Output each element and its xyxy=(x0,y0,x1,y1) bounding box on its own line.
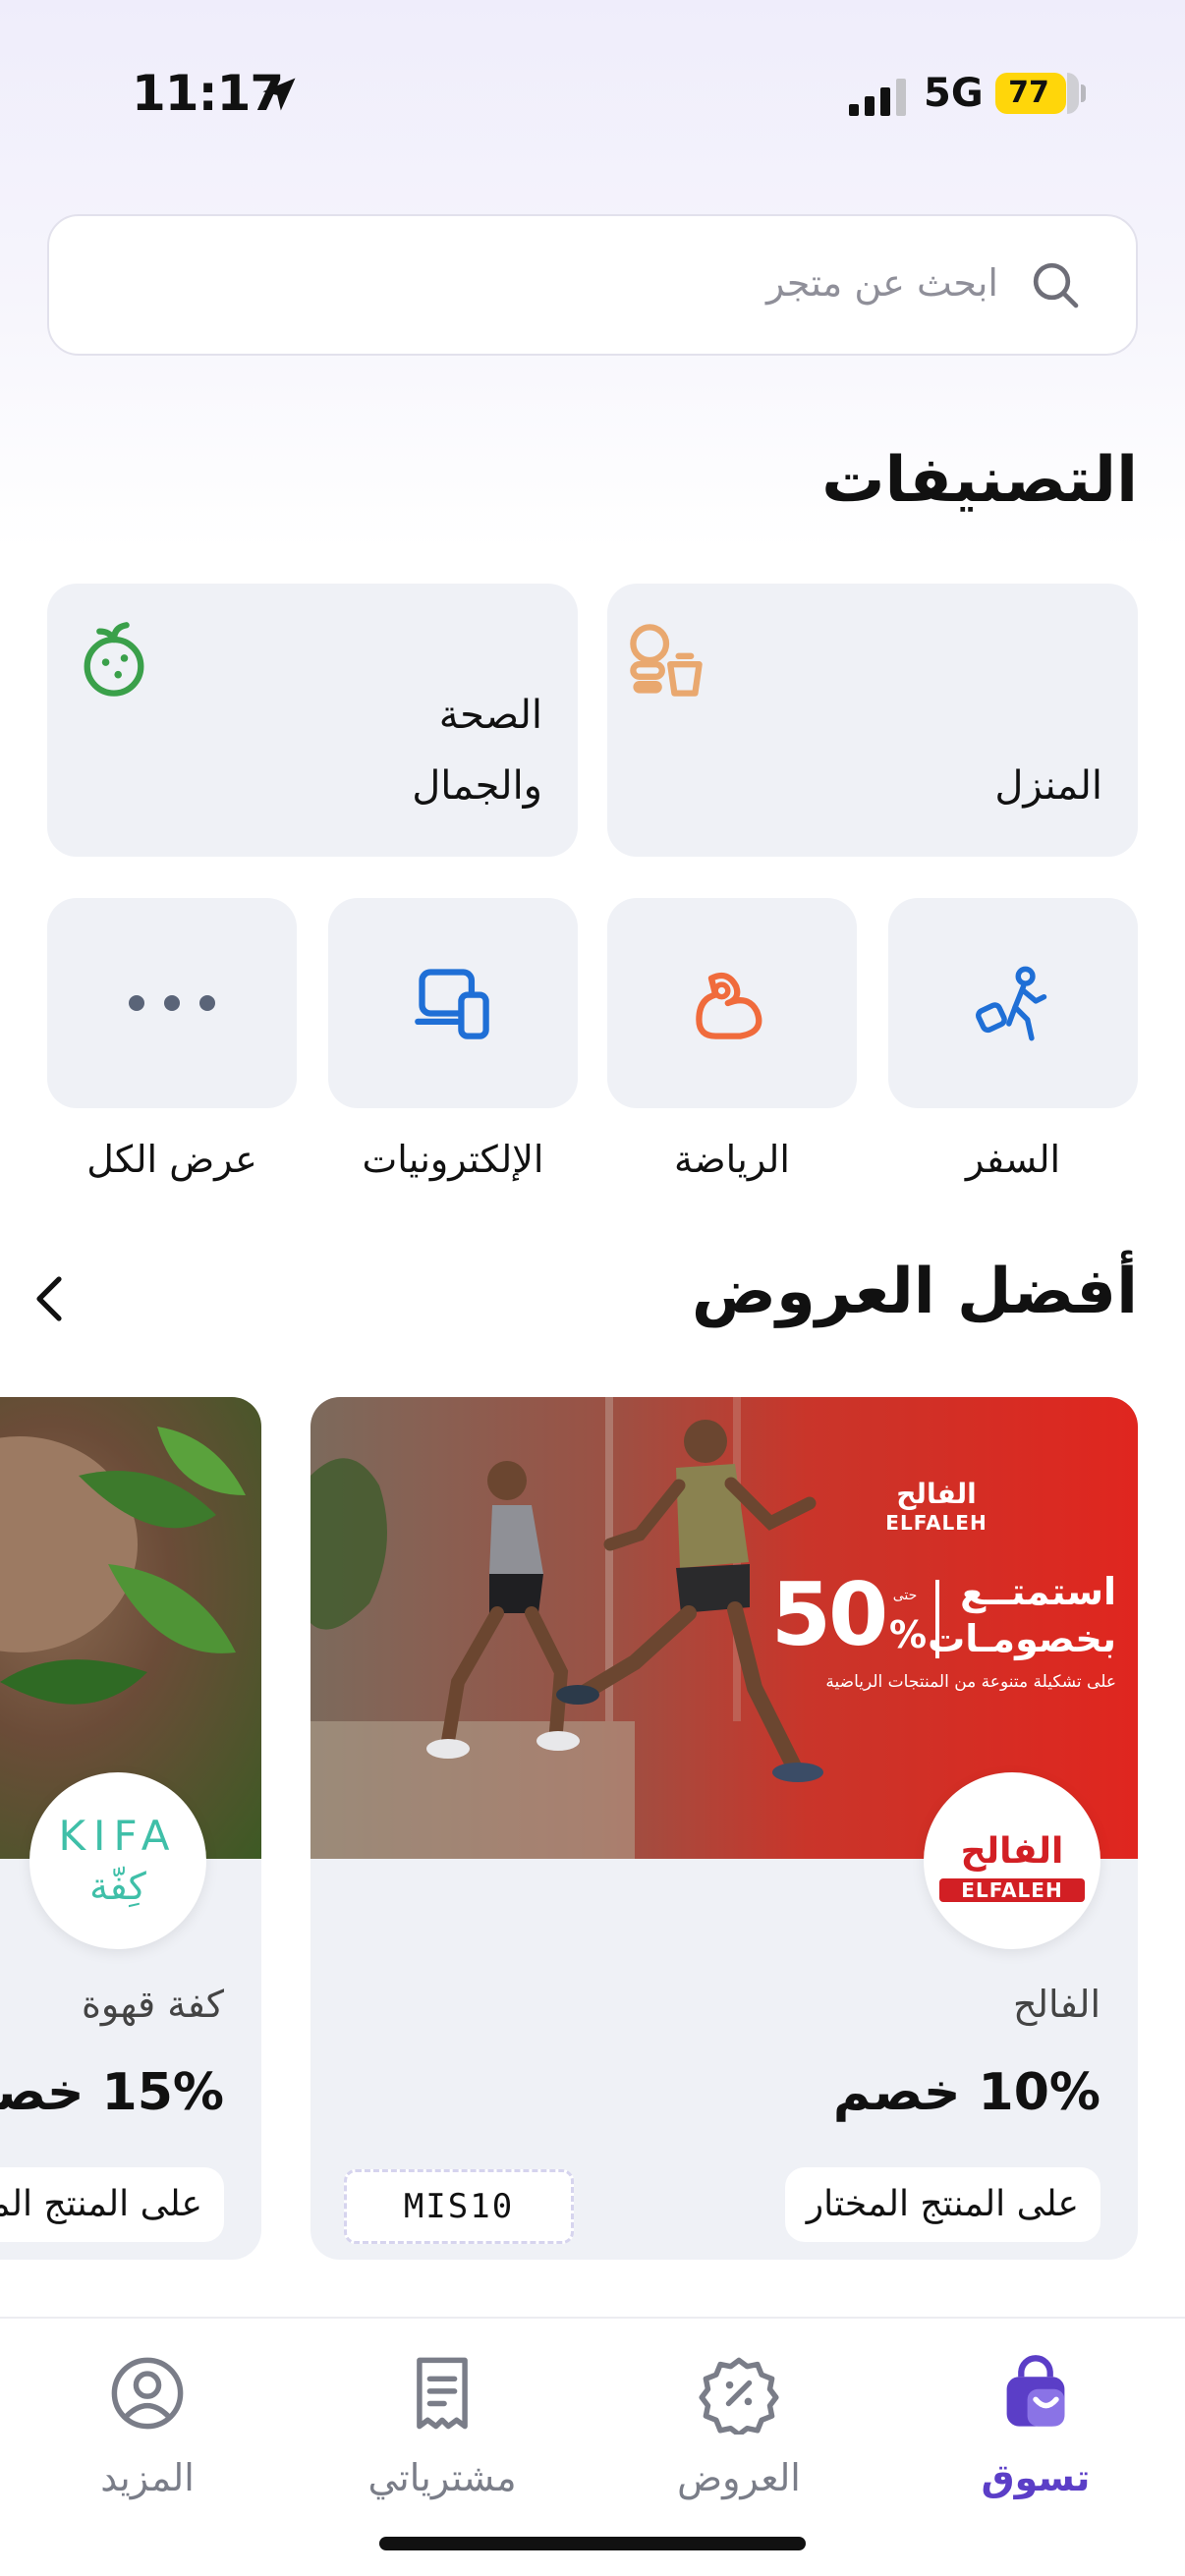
category-travel[interactable] xyxy=(888,898,1138,1108)
nav-shop-label: تسوق xyxy=(981,2456,1091,2499)
banner-percent-sign: % xyxy=(888,1613,928,1656)
merchant-logo-kiffa: KIFA كِفّة xyxy=(29,1772,206,1949)
nav-purchases-label: مشترياتي xyxy=(367,2456,517,2499)
kiffa-logo-ar: كِفّة xyxy=(89,1865,146,1908)
kiffa-logo-latin: KIFA xyxy=(58,1812,178,1860)
nav-offers-label: العروض xyxy=(677,2456,801,2499)
nav-more[interactable]: المزيد xyxy=(49,2352,246,2519)
home-indicator xyxy=(379,2537,806,2550)
search-placeholder: ابحث عن متجر xyxy=(765,261,998,305)
offer-card-kiffa[interactable]: KIFA كِفّة كفة قهوة 15% خصم على المنتج ا… xyxy=(0,1397,261,2260)
banner-logo-en: ELFALEH xyxy=(885,1511,988,1535)
banner-logo-ar: الفالح xyxy=(896,1478,977,1510)
category-sports[interactable] xyxy=(607,898,857,1108)
battery-level: 77 xyxy=(1008,76,1049,110)
sports-icon xyxy=(696,972,762,1039)
discount-text-2: 15% خصم xyxy=(0,2063,224,2122)
discount-badge-icon xyxy=(699,2357,779,2435)
signal-bars-icon xyxy=(849,79,906,116)
discount-text: 10% خصم xyxy=(832,2063,1100,2122)
merchant-name-2: كفة قهوة xyxy=(82,1983,224,2026)
category-view-all-label: عرض الكل xyxy=(86,1138,257,1181)
search-icon xyxy=(1033,262,1079,308)
banner-promo-line1: استمتــع xyxy=(960,1570,1116,1613)
nav-more-label: المزيد xyxy=(100,2456,195,2499)
banner-divider xyxy=(935,1580,939,1658)
battery-nub xyxy=(1081,84,1086,102)
health-beauty-icon xyxy=(84,622,144,697)
bottom-nav-divider xyxy=(0,2317,1185,2319)
electronics-icon xyxy=(415,969,489,1039)
category-home-label: المنزل xyxy=(994,763,1102,809)
logo-text-en: ELFALEH xyxy=(939,1878,1085,1902)
merchant-name: الفالح xyxy=(1012,1983,1100,2026)
location-arrow-icon xyxy=(262,78,296,111)
offer-card-elfaleh[interactable]: الفالح ELFALEH استمتــع بخصومـات حتى % 5… xyxy=(310,1397,1138,2260)
profile-icon xyxy=(111,2357,184,2430)
best-offers-title: أفضل العروض xyxy=(691,1256,1138,1328)
network-type: 5G xyxy=(924,71,984,116)
receipt-icon xyxy=(417,2357,468,2430)
offer-note-pill-2: على المنتج المختار xyxy=(0,2167,224,2242)
nav-shop[interactable]: تسوق xyxy=(937,2352,1134,2519)
banner-promo-line2: بخصومـات xyxy=(928,1617,1116,1660)
category-view-all[interactable] xyxy=(47,898,297,1108)
category-home[interactable]: المنزل xyxy=(607,584,1138,857)
nav-purchases[interactable]: مشترياتي xyxy=(344,2352,540,2519)
chevron-left-icon[interactable] xyxy=(29,1273,69,1324)
categories-title: التصنيفات xyxy=(821,444,1138,517)
category-health-beauty[interactable]: الصحة والجمال xyxy=(47,584,578,857)
banner-percent: 50 xyxy=(770,1564,888,1665)
nav-offers[interactable]: العروض xyxy=(641,2352,837,2519)
travel-icon xyxy=(976,966,1047,1041)
category-sports-label: الرياضة xyxy=(674,1138,790,1181)
home-icon xyxy=(630,624,703,697)
shopping-bag-icon xyxy=(1006,2355,1065,2427)
category-travel-label: السفر xyxy=(965,1138,1061,1181)
banner-upto: حتى xyxy=(892,1588,918,1603)
category-electronics[interactable] xyxy=(328,898,578,1108)
merchant-logo-elfaleh: الفالح ELFALEH xyxy=(924,1772,1100,1949)
battery-empty xyxy=(1067,73,1079,114)
category-electronics-label: الإلكترونيات xyxy=(362,1138,544,1181)
category-health-label-line1: الصحة xyxy=(438,693,542,738)
logo-text-ar: الفالح xyxy=(960,1831,1064,1872)
promo-code[interactable]: MIS10 xyxy=(344,2169,574,2244)
banner-promo-sub: على تشكيلة متنوعة من المنتجات الرياضية xyxy=(825,1672,1116,1692)
more-dots-icon xyxy=(129,995,215,1011)
offer-note-pill: على المنتج المختار xyxy=(784,2167,1100,2242)
category-health-label-line2: والجمال xyxy=(412,763,542,809)
